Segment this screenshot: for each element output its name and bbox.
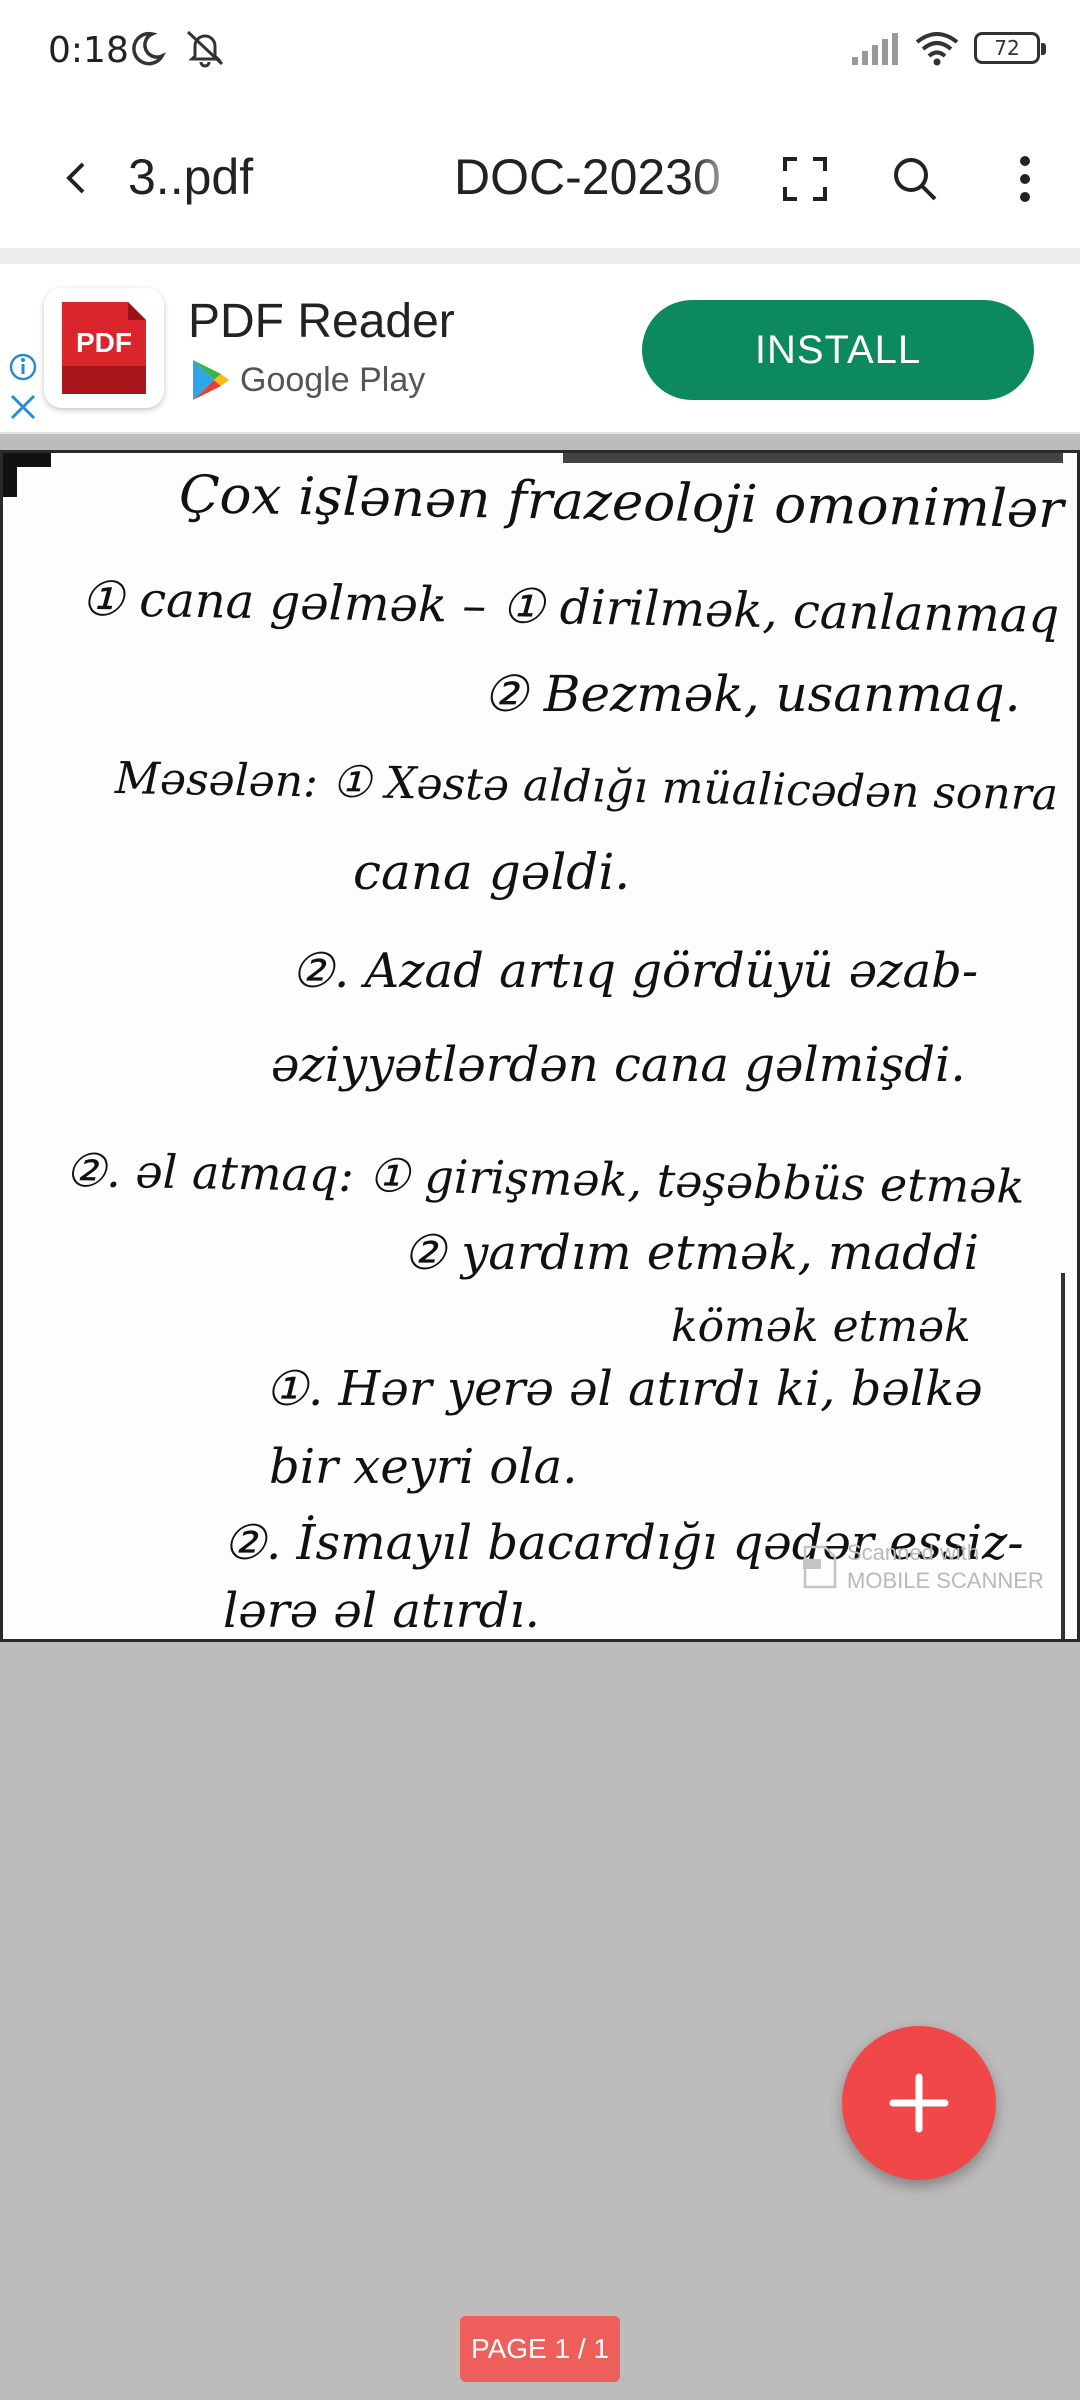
handwritten-line: lərə əl atırdı. xyxy=(223,1583,540,1639)
pdf-page[interactable]: Çox işlənən frazeoloji omonimlər ① cana … xyxy=(0,450,1080,1642)
ad-app-icon-label: PDF xyxy=(76,327,132,358)
handwritten-line: ② Bezmək, usanmaq. xyxy=(483,665,1021,723)
pdf-file-icon: PDF xyxy=(44,288,164,408)
top-toolbar: 3..pdf DOC-20230 xyxy=(0,110,1080,248)
handwritten-line: əziyyətlərdən cana gəlmişdi. xyxy=(271,1037,966,1093)
ad-info-icon[interactable] xyxy=(8,352,38,382)
status-right-icons: 72 xyxy=(850,30,1046,66)
handwritten-line: ② yardım etmək, maddi xyxy=(403,1225,979,1281)
ad-app-icon[interactable]: PDF xyxy=(44,288,164,408)
scanner-watermark: Scanned with MOBILE SCANNER xyxy=(801,1539,1044,1595)
install-button[interactable]: INSTALL xyxy=(642,300,1034,400)
bell-off-icon xyxy=(186,30,224,68)
ad-banner[interactable]: PDF PDF Reader Google Play INSTALL xyxy=(0,264,1080,434)
scan-edge xyxy=(1061,1273,1065,1639)
battery-icon: 72 xyxy=(974,32,1046,64)
file-name: 3..pdf xyxy=(128,149,254,205)
back-arrow-icon xyxy=(66,162,85,194)
page-indicator: PAGE 1 / 1 xyxy=(460,2316,620,2382)
handwritten-line: bir xeyri ola. xyxy=(269,1439,578,1495)
pdf-viewer-screen: 0:18 72 3..pdf DOC-20230 PDF PDF Reader … xyxy=(0,0,1080,2400)
google-play-icon xyxy=(193,360,229,400)
ad-store-label: Google Play xyxy=(240,360,426,399)
scan-artifact xyxy=(3,453,17,497)
signal-icon xyxy=(852,33,898,65)
ad-store: Google Play xyxy=(190,358,425,402)
more-options-button[interactable] xyxy=(990,144,1060,214)
handwritten-line: ②. əl atmaq: ① girişmək, təşəbbüs etmək xyxy=(64,1143,1025,1214)
back-button[interactable] xyxy=(40,142,112,214)
handwritten-line: Məsələn: ① Xəstə aldığı müalicədən sonra xyxy=(114,753,1059,821)
handwritten-line: kömək etmək xyxy=(671,1301,971,1352)
add-fab-button[interactable] xyxy=(842,2026,996,2180)
document-title: DOC-20230 xyxy=(454,149,721,205)
status-left-icons xyxy=(128,28,228,68)
scan-artifact xyxy=(563,453,1063,463)
battery-level: 72 xyxy=(994,36,1020,60)
handwritten-line: Çox işlənən frazeoloji omonimlər xyxy=(178,465,1065,541)
toolbar-divider xyxy=(0,248,1080,264)
status-time: 0:18 xyxy=(48,30,129,71)
handwritten-line: ①. Hər yerə əl atırdı ki, bəlkə xyxy=(265,1361,983,1417)
watermark-line-2: MOBILE SCANNER xyxy=(847,1568,1044,1593)
ad-title: PDF Reader xyxy=(188,295,455,348)
ad-close-icon[interactable] xyxy=(8,392,38,422)
plus-icon xyxy=(889,2073,949,2133)
more-vert-icon xyxy=(1020,156,1030,202)
fullscreen-icon xyxy=(783,157,827,201)
wifi-icon xyxy=(915,32,959,66)
search-icon xyxy=(894,158,937,201)
handwritten-line: ① cana gəlmək – ① dirilmək, canlanmaq xyxy=(80,571,1060,645)
handwritten-line: cana gəldi. xyxy=(353,843,631,901)
status-bar: 0:18 72 xyxy=(0,0,1080,110)
search-button[interactable] xyxy=(880,144,950,214)
moon-icon xyxy=(132,31,167,66)
scanner-logo-icon xyxy=(803,1545,837,1589)
watermark-line-1: Scanned with xyxy=(847,1540,980,1565)
handwritten-line: ②. Azad artıq gördüyü əzab- xyxy=(291,943,979,999)
fullscreen-button[interactable] xyxy=(770,144,840,214)
